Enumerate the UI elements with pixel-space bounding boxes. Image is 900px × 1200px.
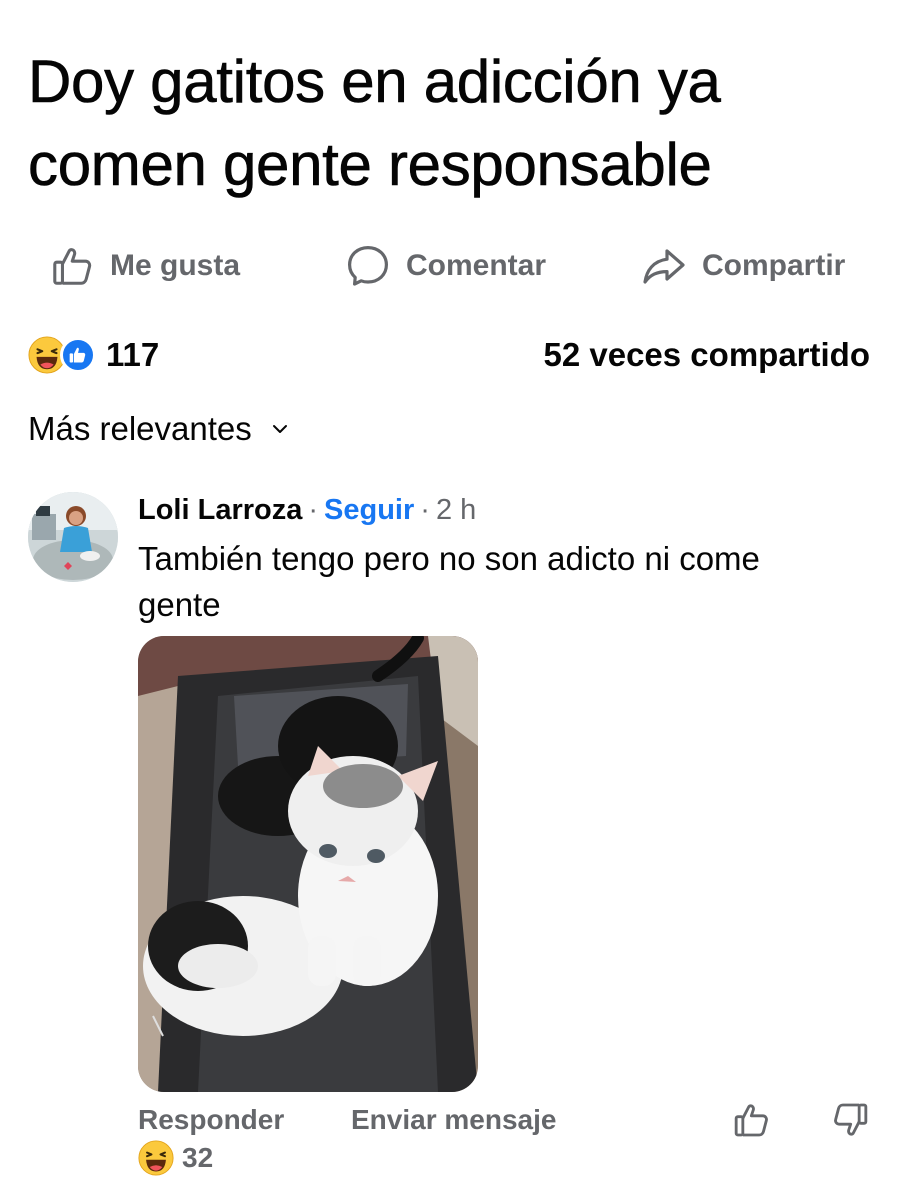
comment-button[interactable]: Comentar — [344, 238, 546, 294]
comment-header: Loli Larroza · Seguir · 2 h — [138, 490, 878, 530]
comment-actions: Responder Enviar mensaje — [138, 1103, 868, 1144]
reactions-link[interactable]: 117 — [28, 336, 159, 374]
post-action-bar: Me gusta Comentar Compartir — [0, 238, 900, 294]
comment-author[interactable]: Loli Larroza — [138, 490, 302, 530]
follow-button[interactable]: Seguir — [324, 490, 414, 530]
comment: Loli Larroza · Seguir · 2 h También teng… — [138, 490, 878, 628]
share-label: Compartir — [702, 249, 846, 282]
thumbs-down-icon[interactable] — [830, 1100, 870, 1140]
reply-button[interactable]: Responder — [138, 1104, 284, 1136]
reaction-count: 117 — [106, 336, 160, 373]
like-badge-icon — [60, 337, 96, 373]
comment-bubble-icon — [348, 246, 388, 286]
separator-dot: · — [420, 494, 430, 526]
comment-text: También tengo pero no son adicto ni come… — [138, 540, 760, 623]
thumbs-up-icon — [53, 248, 92, 285]
shares-count-link[interactable]: 52 veces compartido — [544, 336, 871, 374]
thumbs-up-icon[interactable] — [732, 1100, 772, 1140]
share-button[interactable]: Compartir — [640, 238, 845, 294]
comment-reactions[interactable]: 32 — [138, 1140, 213, 1176]
haha-emoji-icon — [138, 1140, 174, 1176]
chevron-down-icon — [272, 425, 287, 433]
send-message-button[interactable]: Enviar mensaje — [351, 1104, 556, 1136]
comment-sort-dropdown[interactable]: Más relevantes — [28, 410, 290, 448]
share-arrow-icon — [643, 249, 685, 284]
like-button[interactable]: Me gusta — [50, 238, 240, 294]
post-title: Doy gatitos en adicción ya comen gente r… — [28, 48, 722, 199]
reactions-summary: 117 52 veces compartido — [28, 330, 870, 380]
separator-dot: · — [308, 494, 319, 526]
comment-label: Comentar — [406, 249, 547, 282]
like-label: Me gusta — [110, 249, 241, 282]
comment-reaction-count: 32 — [182, 1142, 214, 1173]
sort-label: Más relevantes — [28, 410, 252, 447]
comment-timestamp[interactable]: 2 h — [436, 490, 476, 530]
comment-photo[interactable] — [138, 636, 478, 1092]
avatar[interactable] — [28, 492, 118, 582]
